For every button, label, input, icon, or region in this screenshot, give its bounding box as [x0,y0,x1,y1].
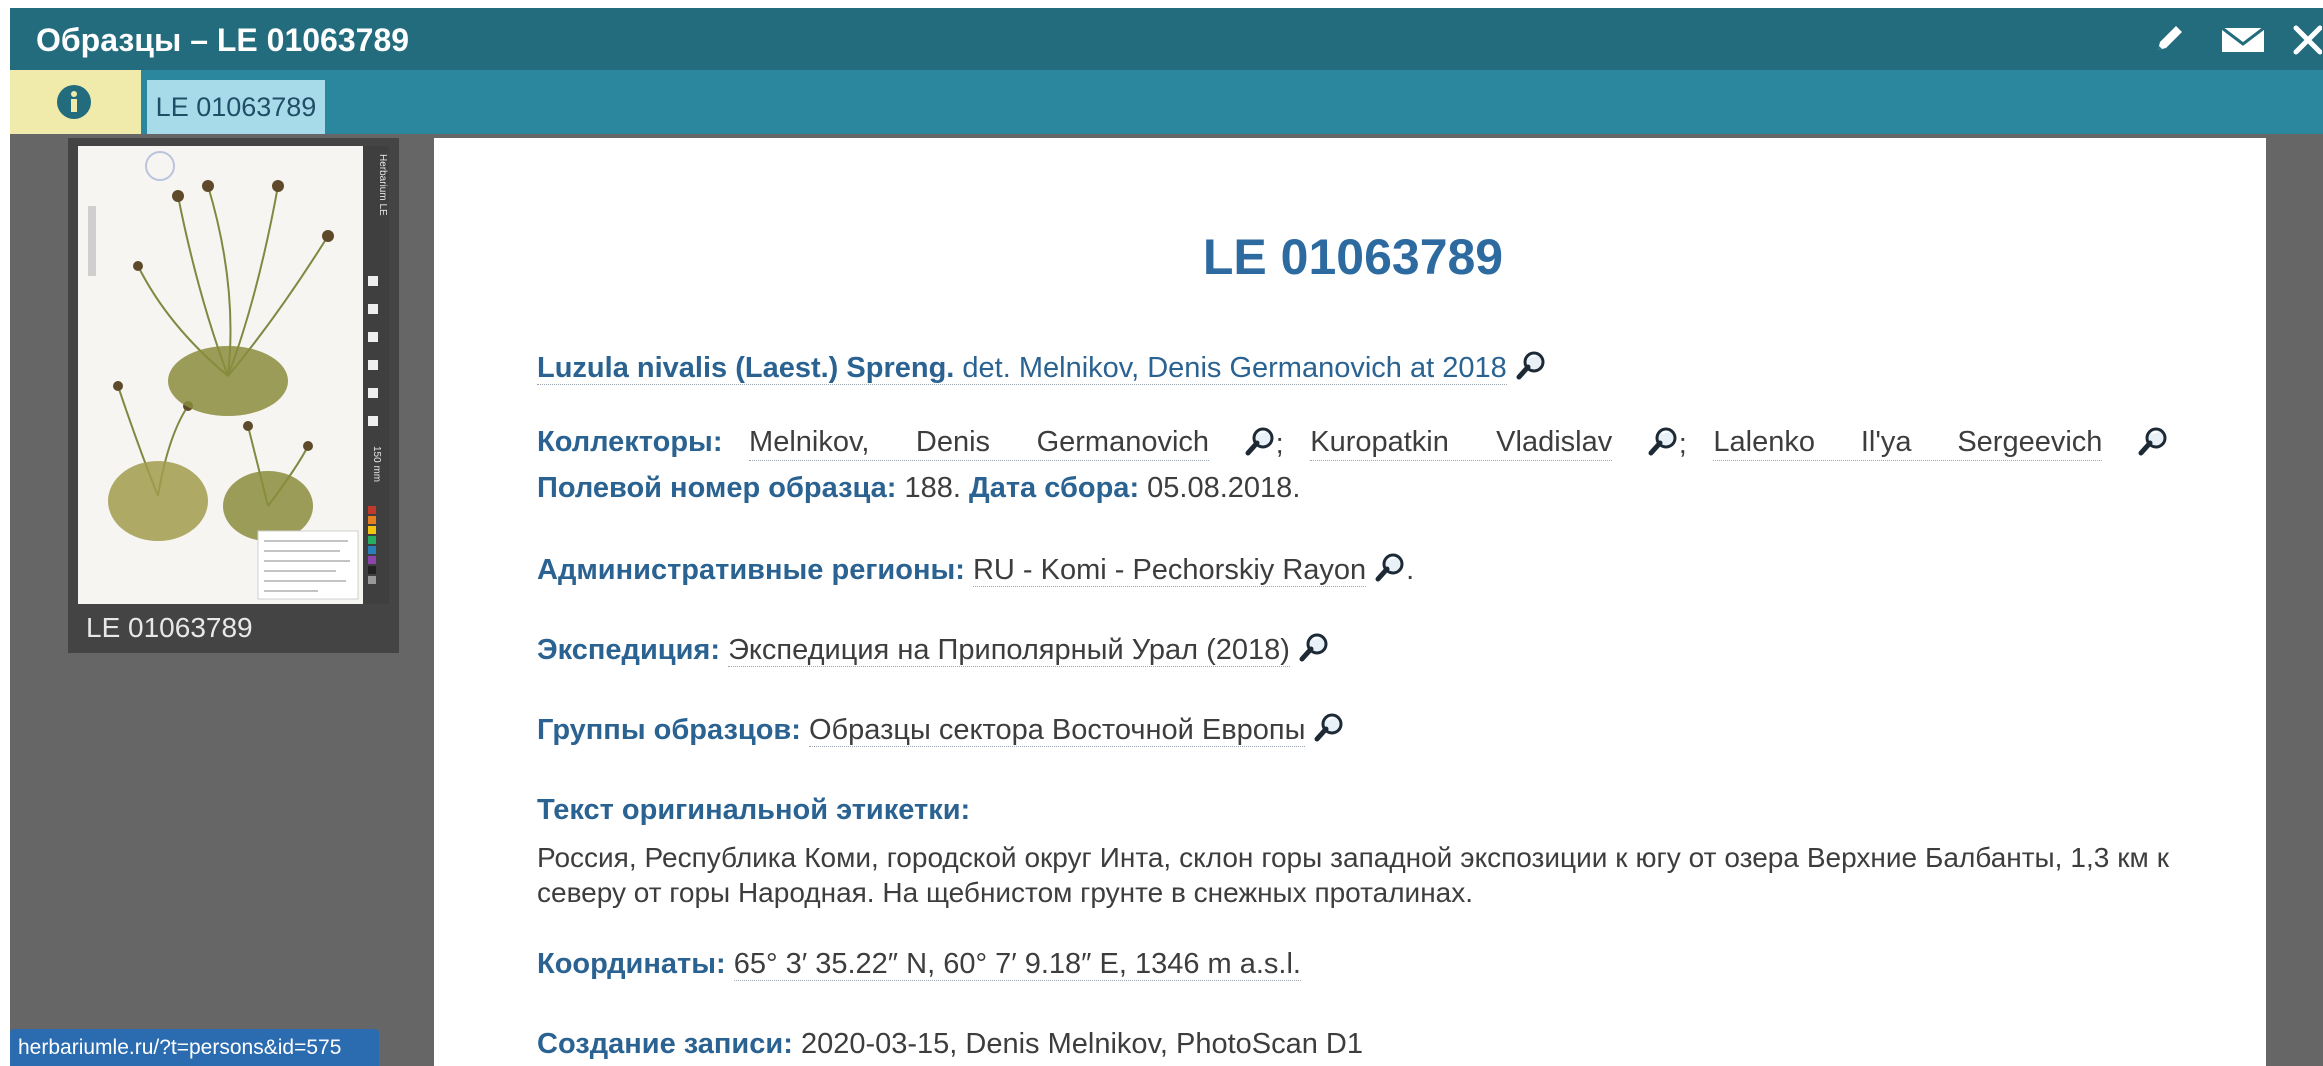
collection-date-label: Дата сбора: [969,472,1140,504]
taxon-link[interactable]: Luzula nivalis (Laest.) Spreng. det. Mel… [537,352,1507,385]
sheet-side-text: Herbarium LE [377,154,388,216]
info-icon [56,84,92,120]
expedition-link[interactable]: Экспедиция на Приполярный Урал (2018) [728,634,1290,667]
thumbnail-caption: LE 01063789 [86,612,253,643]
window-titlebar: Образцы – LE 01063789 [10,8,2323,70]
coordinates-link[interactable]: 65° 3′ 35.22″ N, 60° 7′ 9.18″ E, 1346 m … [733,948,1301,981]
specimen-thumbnail[interactable]: Herbarium LE 150 mm LE 01063789 [68,138,399,653]
collector-link-kuropatkin[interactable]: Kuropatkin Vladislav [1310,426,1613,461]
original-label-text: Россия, Республика Коми, городской округ… [537,842,2169,908]
collector-word: Germanovich [1036,426,1210,458]
admin-regions-link[interactable]: RU - Komi - Pechorskiy Rayon [972,554,1367,587]
field-number-row: Полевой номер образца: 188. Дата сбора: … [537,472,1300,505]
record-title: LE 01063789 [1202,229,1504,285]
tab-bar: LE 01063789 [10,70,2323,134]
admin-regions-suffix: . [1406,554,1415,586]
collector-magnifier-icon[interactable] [1647,426,1679,458]
tab-specimen[interactable]: LE 01063789 [147,80,325,134]
collector-word: Il'ya [1860,426,1912,458]
original-label-heading: Текст оригинальной этикетки: [537,794,971,826]
coordinates-label: Координаты: [537,948,726,980]
original-label-heading-row: Текст оригинальной этикетки: [537,794,970,827]
expedition-magnifier-icon[interactable] [1298,632,1330,664]
sheet-scale-text: 150 mm [371,446,382,482]
groups-magnifier-icon[interactable] [1313,712,1345,744]
created-label: Создание записи: [537,1028,793,1060]
created-value: 2020-03-15, Denis Melnikov, PhotoScan D1 [800,1028,1363,1060]
collector-word: Vladislav [1496,426,1613,458]
expedition-row: Экспедиция: Экспедиция на Приполярный Ур… [537,632,1330,667]
collector-word: Lalenko [1713,426,1816,458]
field-number-value: 188. [904,472,961,504]
field-number-label: Полевой номер образца: [537,472,897,504]
created-row: Создание записи: 2020-03-15, Denis Melni… [537,1028,1363,1061]
collector-separator: ; [1275,428,1284,460]
close-icon[interactable] [2292,22,2323,56]
admin-regions-magnifier-icon[interactable] [1374,552,1406,584]
status-url: herbariumle.ru/?t=persons&id=575 [10,1029,379,1066]
collector-word: Sergeevich [1957,426,2103,458]
groups-label: Группы образцов: [537,714,801,746]
window-title: Образцы – LE 01063789 [36,22,410,58]
coordinates-row: Координаты: 65° 3′ 35.22″ N, 60° 7′ 9.18… [537,948,1301,981]
herbarium-sheet-image: Herbarium LE 150 mm [78,146,389,604]
collector-link-melnikov[interactable]: Melnikov, Denis Germanovich [749,426,1210,461]
tab-info[interactable] [10,70,141,134]
taxon-det: det. Melnikov, Denis Germanovich at 2018 [962,352,1507,384]
envelope-icon[interactable] [2220,22,2266,56]
taxon-magnifier-icon[interactable] [1515,350,1547,382]
record-panel: LE 01063789 Luzula nivalis (Laest.) Spre… [434,138,2266,1066]
taxon-name: Luzula nivalis (Laest.) Spreng. [537,352,955,384]
collector-word: Melnikov, [749,426,870,458]
groups-link[interactable]: Образцы сектора Восточной Европы [808,714,1306,747]
collector-magnifier-icon[interactable] [2137,426,2169,458]
admin-regions-label: Административные регионы: [537,554,965,586]
collector-magnifier-icon[interactable] [1244,426,1276,458]
taxon-row: Luzula nivalis (Laest.) Spreng. det. Mel… [537,350,1547,385]
collector-separator: ; [1678,428,1687,460]
collectors-label: Коллекторы: [537,426,723,458]
collector-word: Kuropatkin [1310,426,1449,458]
collectors-row: Коллекторы: Melnikov, Denis Germanovich … [537,426,2169,461]
collector-link-lalenko[interactable]: Lalenko Il'ya Sergeevich [1713,426,2103,461]
specimen-window: Образцы – LE 01063789 LE 01063789 Herbar… [10,8,2323,1066]
pencil-icon[interactable] [2150,22,2186,56]
admin-regions-row: Административные регионы: RU - Komi - Pe… [537,552,1414,587]
groups-row: Группы образцов: Образцы сектора Восточн… [537,712,1345,747]
collector-word: Denis [915,426,991,458]
collection-date-value: 05.08.2018. [1147,472,1301,504]
expedition-label: Экспедиция: [537,634,721,666]
